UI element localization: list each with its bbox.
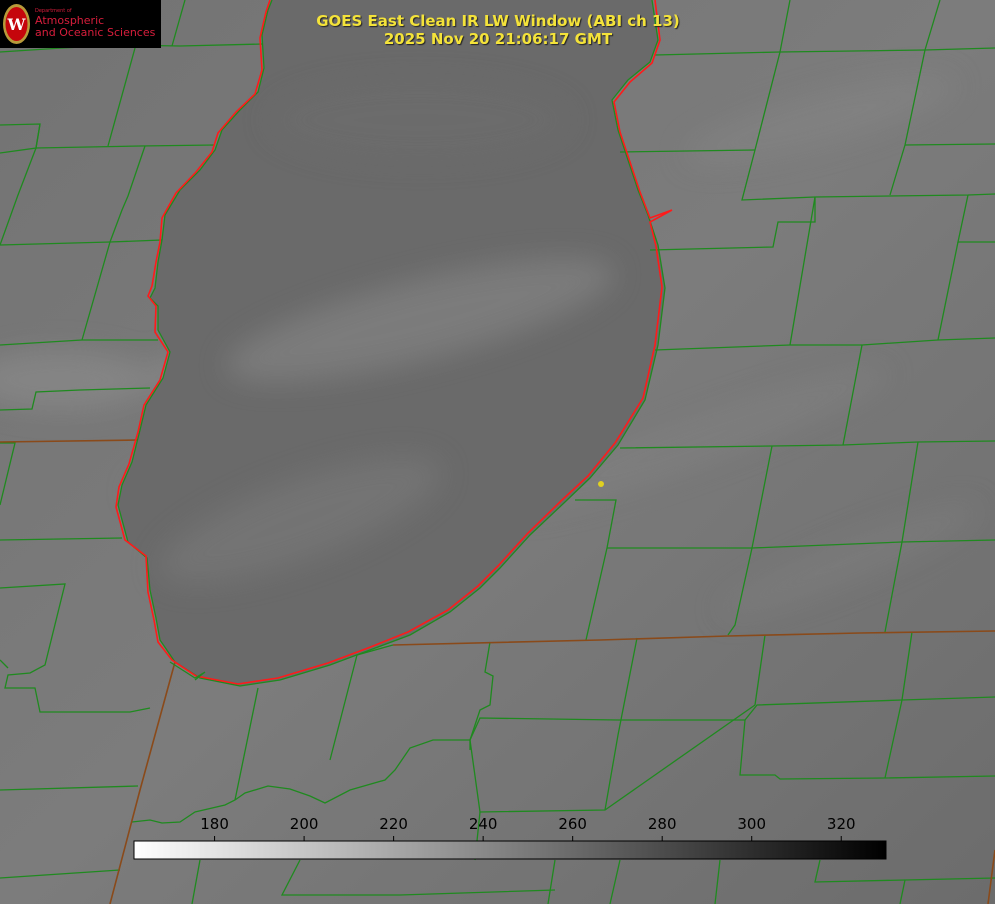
colorbar-tick-label: 240 bbox=[468, 815, 498, 833]
colorbar bbox=[133, 840, 887, 860]
uw-aos-logo: W Department of Atmospheric and Oceanic … bbox=[0, 0, 161, 48]
location-marker-icon bbox=[598, 481, 604, 487]
satellite-map bbox=[0, 0, 995, 904]
title-line-1: GOES East Clean IR LW Window (ABI ch 13) bbox=[316, 12, 680, 30]
logo-line-2: and Oceanic Sciences bbox=[35, 26, 156, 39]
uw-seal-icon: W bbox=[3, 4, 30, 44]
colorbar-tick-label: 180 bbox=[200, 815, 229, 833]
colorbar-tick-label: 280 bbox=[647, 815, 677, 833]
colorbar-tick-label: 320 bbox=[826, 815, 856, 833]
image-title: GOES East Clean IR LW Window (ABI ch 13)… bbox=[298, 12, 698, 48]
colorbar-tick-label: 300 bbox=[737, 815, 767, 833]
colorbar-tick-label: 200 bbox=[289, 815, 319, 833]
seal-letter: W bbox=[7, 15, 27, 34]
colorbar-tick-label: 220 bbox=[379, 815, 408, 833]
colorbar-tick-label: 260 bbox=[558, 815, 587, 833]
title-line-2: 2025 Nov 20 21:06:17 GMT bbox=[383, 30, 613, 48]
